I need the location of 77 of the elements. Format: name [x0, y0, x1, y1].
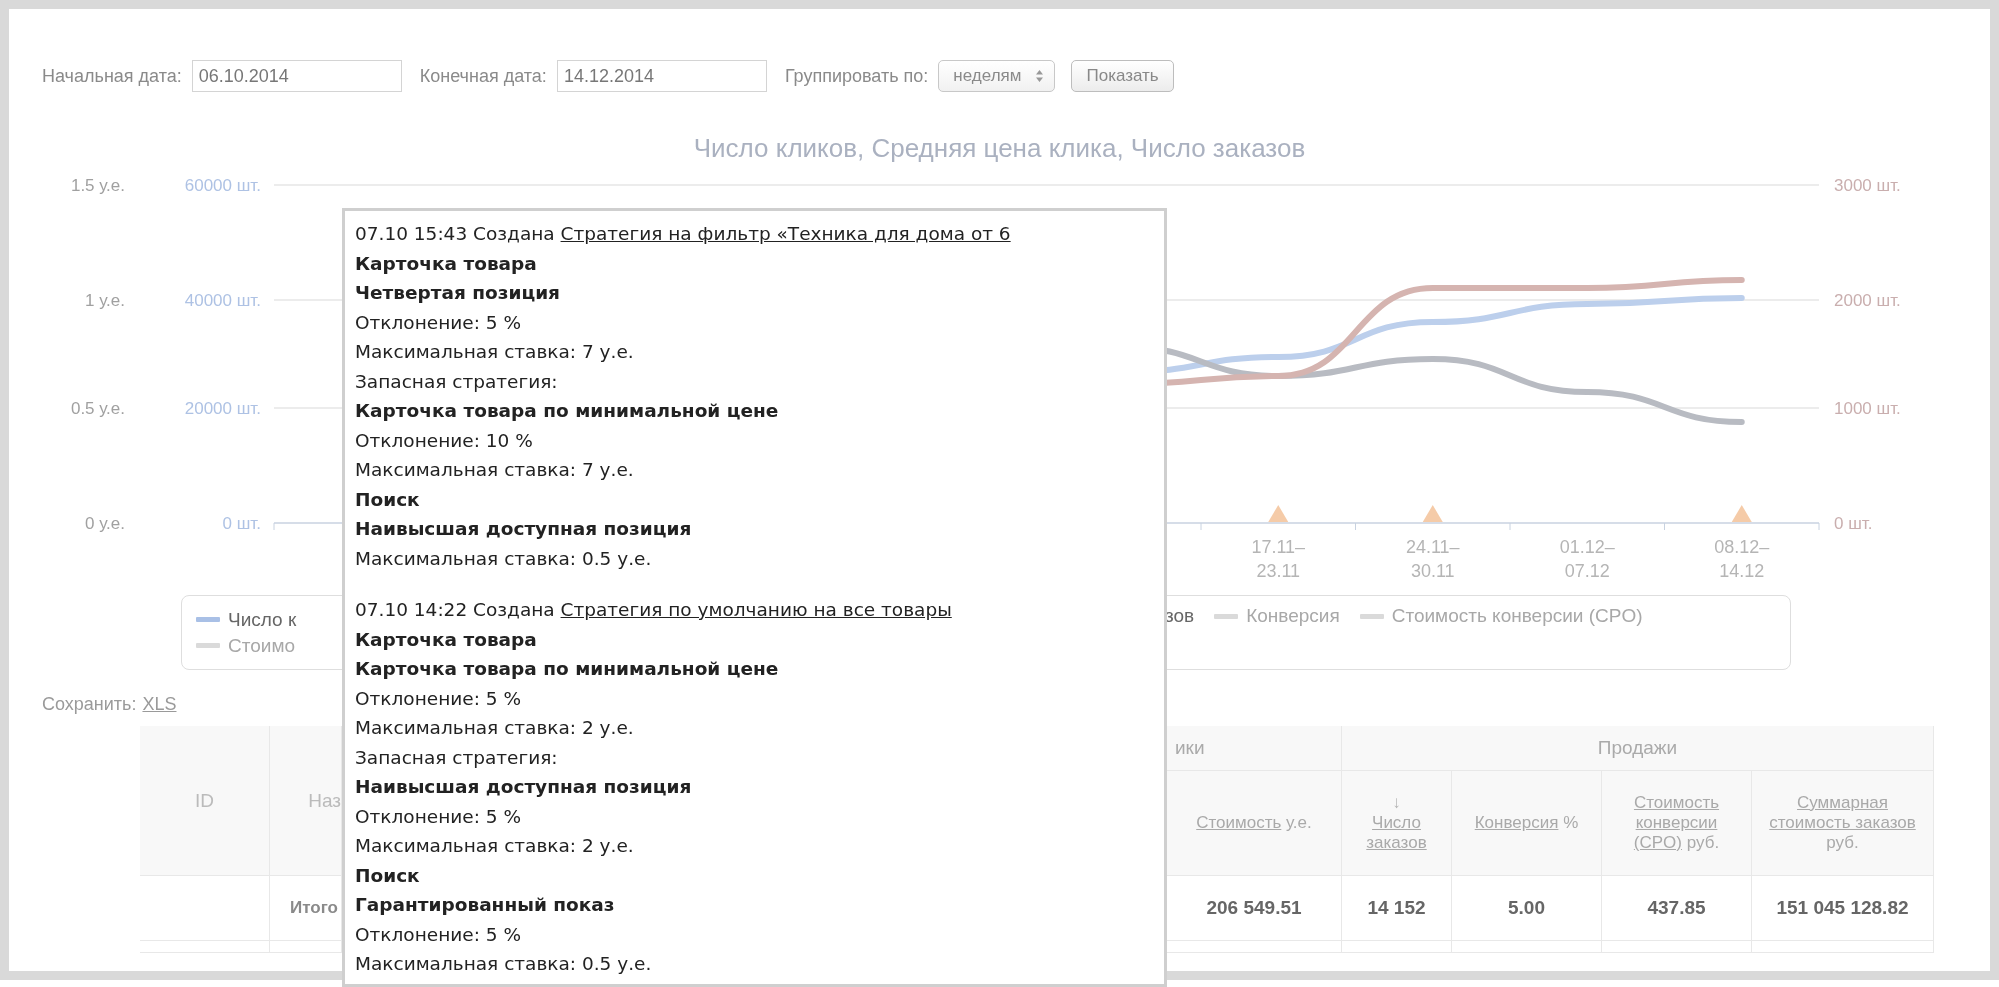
tooltip-line: Поиск — [355, 863, 421, 888]
save-label: Сохранить: — [42, 693, 137, 715]
tooltip-line: Четвертая позиция — [355, 281, 561, 305]
strategy-link[interactable]: Стратегия по умолчанию на все товары — [560, 599, 952, 620]
tooltip-line: Максимальная ставка: 7 у.е. — [355, 458, 635, 482]
tooltip-line: Отклонение: 5 % — [355, 686, 522, 711]
start-date-field[interactable]: 06.10.2014 — [191, 60, 402, 92]
axis-label: 1000 шт. — [1834, 399, 1901, 418]
start-date-label: Начальная дата: — [42, 65, 182, 87]
tooltip-line: Максимальная ставка: 7 у.е. — [355, 340, 635, 364]
group-by-select[interactable]: неделям — [938, 60, 1056, 92]
group-header: ики — [1175, 737, 1205, 759]
axis-label: 20000 шт. — [184, 399, 261, 418]
legend-marker-icon — [1359, 613, 1384, 619]
axis-label: 1 у.е. — [85, 291, 125, 310]
event-marker-icon[interactable] — [1731, 505, 1752, 522]
legend-marker-icon — [196, 643, 220, 648]
x-axis-label: 08.12– 14.12 — [1714, 537, 1770, 581]
x-axis-label: 17.11– 23.11 — [1251, 537, 1306, 581]
tooltip-line: Карточка товара — [355, 627, 538, 652]
tooltip-line: Максимальная ставка: 2 у.е. — [355, 834, 635, 858]
tooltip-line: Карточка товара по минимальной цене — [355, 399, 780, 423]
tooltip-line: Отклонение: 5 % — [355, 922, 522, 947]
axis-label: 1.5 у.е. — [70, 176, 125, 195]
column-header: Наз — [270, 726, 342, 876]
tooltip-line: Отклонение: 5 % — [355, 804, 522, 829]
axis-label: 0.5 у.е. — [70, 399, 125, 418]
event-time: 07.10 15:43 Создана — [355, 223, 556, 244]
tooltip-line: Отклонение: 10 % — [355, 428, 534, 453]
table-cell: 5.00 — [1452, 876, 1602, 941]
event-marker-icon[interactable] — [1268, 505, 1289, 522]
tooltip-line: Карточка товара по минимальной цене — [355, 657, 780, 681]
legend-item[interactable]: Конверсия — [1214, 605, 1340, 627]
table-cell: 151 045 128.82 — [1752, 876, 1934, 941]
tooltip-line: Запасная стратегия: — [355, 745, 559, 770]
updown-arrows-icon — [1035, 69, 1045, 83]
tooltip-line: Наивысшая доступная позиция — [355, 517, 693, 541]
tooltip-line: Поиск — [355, 487, 421, 512]
x-axis-label: 24.11– 30.11 — [1405, 537, 1460, 581]
event-time: 07.10 14:22 Создана — [355, 599, 556, 620]
tooltip-line: Гарантированный показ — [355, 893, 616, 917]
legend-marker-icon — [1214, 613, 1239, 619]
axis-label: 2000 шт. — [1834, 291, 1901, 310]
column-header[interactable]: Конверсия % — [1466, 813, 1587, 833]
legend-item[interactable]: Стоимо — [196, 634, 334, 657]
axis-label: 0 шт. — [1834, 514, 1873, 533]
axis-label: 0 шт. — [222, 514, 261, 533]
sort-indicator-icon[interactable]: ↓ — [1392, 793, 1401, 813]
axis-label: 0 у.е. — [85, 514, 125, 533]
tooltip-line: Отклонение: 5 % — [355, 310, 522, 335]
column-header: ID — [140, 726, 270, 876]
tooltip-line: Максимальная ставка: 0.5 у.е. — [355, 546, 653, 571]
column-header[interactable]: Стоимость у.е. — [1188, 813, 1320, 833]
event-marker-icon[interactable] — [1422, 505, 1443, 522]
table-cell: 437.85 — [1602, 876, 1752, 941]
show-button[interactable]: Показать — [1071, 60, 1174, 92]
tooltip-line: Максимальная ставка: 0.5 у.е. — [355, 952, 653, 976]
legend-item[interactable]: зов — [1165, 605, 1195, 627]
end-date-field[interactable]: 14.12.2014 — [556, 60, 767, 92]
axis-label: 60000 шт. — [184, 176, 261, 195]
tooltip-line: Максимальная ставка: 2 у.е. — [355, 716, 635, 740]
xls-link[interactable]: XLS — [142, 693, 177, 715]
legend-item[interactable]: Число к — [196, 608, 334, 631]
axis-label: 40000 шт. — [184, 291, 261, 310]
column-header[interactable]: Число заказов — [1342, 813, 1451, 853]
axis-label: 3000 шт. — [1834, 176, 1901, 195]
tooltip-line: Запасная стратегия: — [355, 369, 559, 394]
end-date-label: Конечная дата: — [419, 65, 547, 87]
group-by-label: Группировать по: — [784, 65, 929, 87]
chart-title: Число кликов, Средняя цена клика, Число заказов — [692, 132, 1307, 165]
table-cell: 14 152 — [1342, 876, 1452, 941]
strategy-link[interactable]: Стратегия на фильтр «Техника для дома от 6 — [560, 223, 1011, 244]
tooltip-line: Наивысшая доступная позиция — [355, 775, 693, 799]
group-header: Продажи — [1597, 737, 1678, 759]
x-axis-label: 01.12– 07.12 — [1559, 537, 1615, 581]
legend-item[interactable]: Стоимость конверсии (CPO) — [1359, 605, 1643, 627]
tooltip-line: Карточка товара — [355, 251, 538, 276]
